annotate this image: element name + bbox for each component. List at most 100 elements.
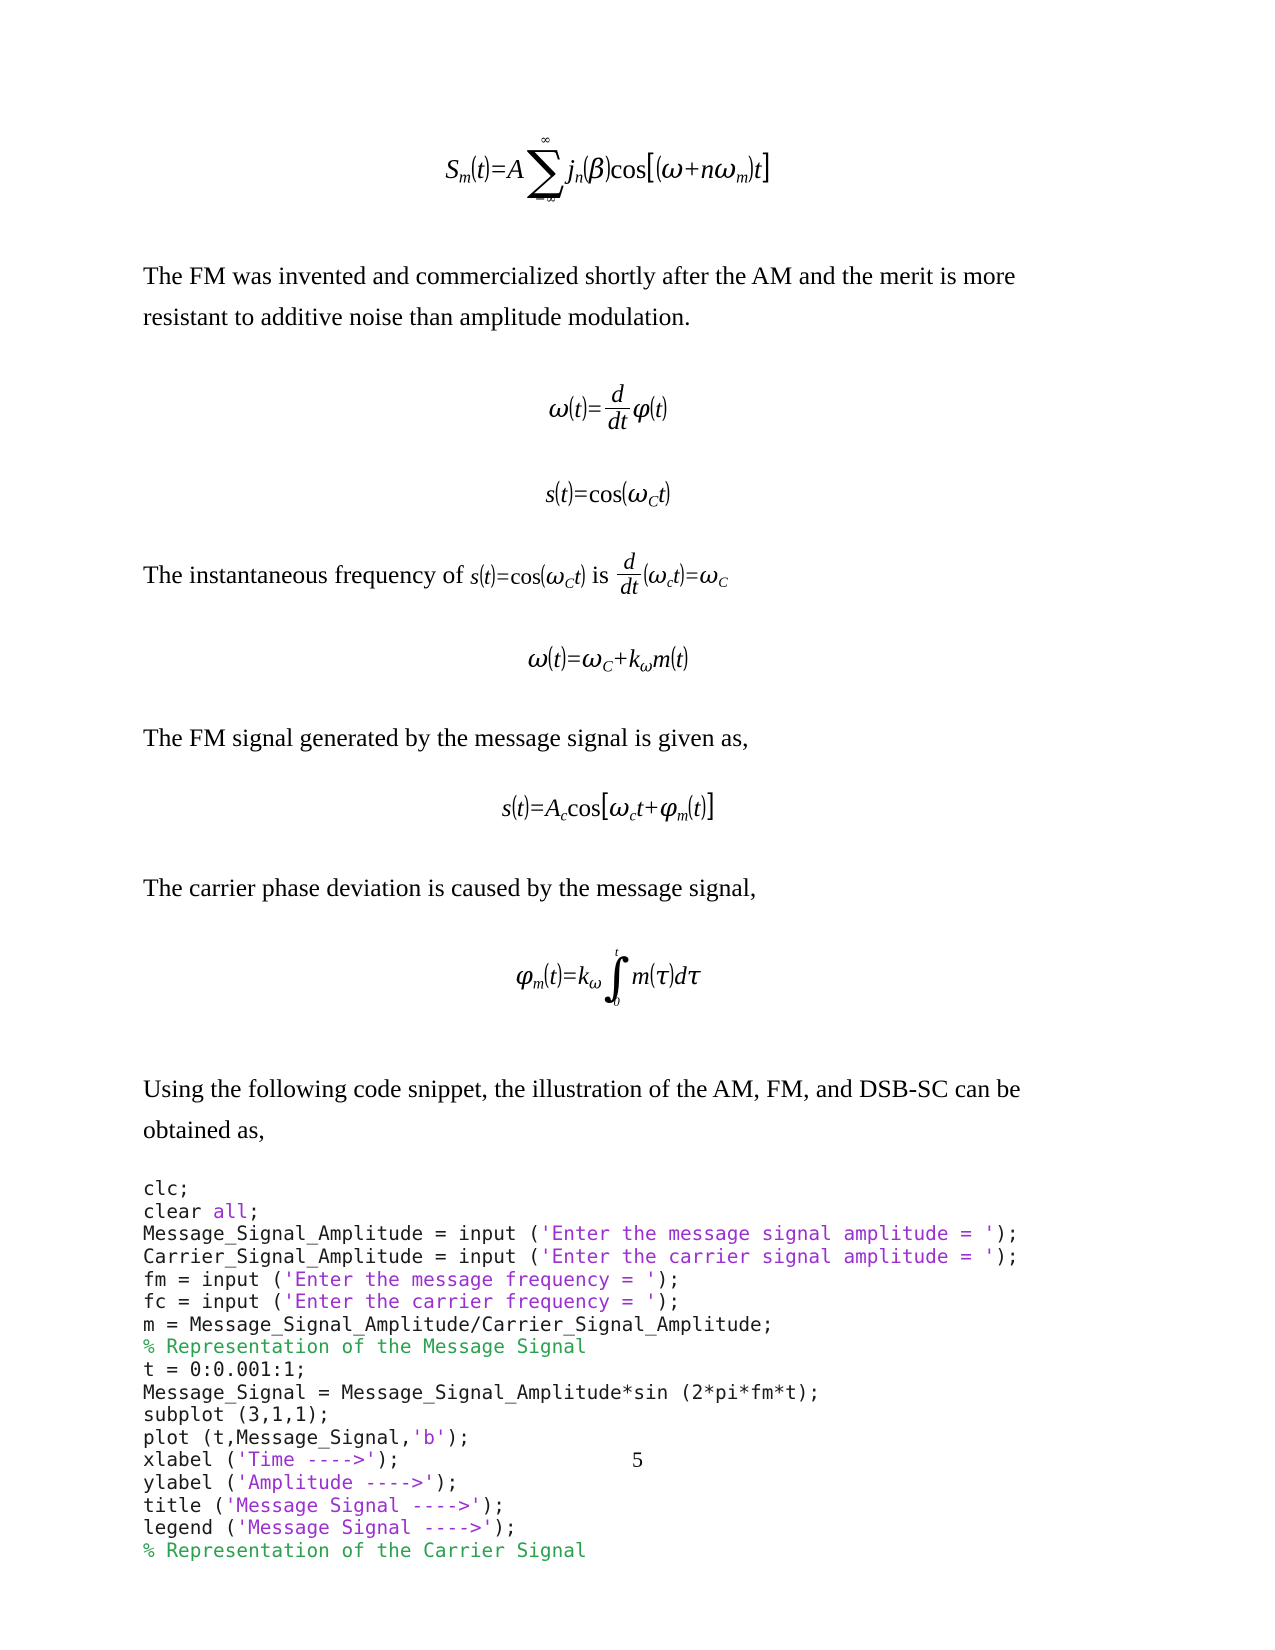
- code-token-plain: );: [995, 1222, 1019, 1246]
- code-token-plain: m = Message_Signal_Amplitude/Carrier_Sig…: [143, 1312, 774, 1336]
- eq5-plus: +: [613, 646, 628, 674]
- eq3-cos: cos: [588, 481, 623, 509]
- equation-fm-signal: s(t)=Accos[ωct+φm(t)]: [143, 787, 1073, 824]
- eq5-k: k: [628, 646, 640, 674]
- paren-open: (: [649, 391, 656, 425]
- eq4-omega-sub: C: [564, 575, 575, 592]
- code-line: Message_Signal = Message_Signal_Amplitud…: [143, 1381, 1073, 1405]
- code-line: title ('Message Signal ---->');: [143, 1494, 1073, 1518]
- eq6-plus: +: [644, 794, 659, 822]
- paren-close: ): [668, 958, 675, 992]
- paragraph-fm-invention: The FM was invented and commercialized s…: [143, 260, 1016, 331]
- eq5-equals: =: [566, 646, 581, 674]
- eq3-t: t: [560, 481, 568, 509]
- code-token-plain: fm = input (: [143, 1267, 284, 1291]
- eq1-omega: ω: [661, 154, 684, 186]
- code-token-string: 'Message Signal ---->': [236, 1516, 494, 1540]
- fraction-d-dt: d dt: [604, 381, 631, 436]
- code-token-plain: );: [995, 1245, 1019, 1269]
- code-line: % Representation of the Carrier Signal: [143, 1538, 1073, 1563]
- paren-open: (: [582, 151, 590, 187]
- code-token-plain: );: [656, 1267, 681, 1291]
- paren-close: ): [682, 641, 689, 675]
- equation-fm-series: Sm(t)=A ∞ ∑ −∞ jn(β)cos[(ω+nωm)t]: [143, 134, 1073, 208]
- paren-close: ): [661, 391, 668, 425]
- eq6-omega: ω: [609, 792, 630, 822]
- eq7-m: m: [631, 963, 650, 991]
- bracket-open: [: [646, 147, 656, 187]
- eq3-omega: ω: [627, 479, 648, 509]
- integral-glyph: ∫: [603, 947, 630, 1006]
- paragraph-carrier-phase-deviation: The carrier phase deviation is caused by…: [143, 872, 757, 902]
- fraction-numerator: d: [623, 549, 635, 575]
- code-token-string: 'Enter the carrier signal amplitude = ': [539, 1245, 996, 1269]
- eq2-t: t: [574, 396, 582, 424]
- eq1-n: n: [700, 154, 715, 185]
- code-token-plain: );: [446, 1425, 470, 1449]
- code-line: t = 0:0.001:1;: [143, 1358, 1073, 1382]
- document-page: Sm(t)=A ∞ ∑ −∞ jn(β)cos[(ω+nωm)t] The FM was…: [0, 0, 1275, 1650]
- code-line: legend ('Message Signal ---->');: [143, 1516, 1073, 1540]
- eq5-t: t: [553, 646, 561, 674]
- eq5-k-sub: ω: [639, 657, 653, 676]
- eq1-j: j: [567, 154, 575, 185]
- eq3-equals: =: [573, 481, 588, 509]
- eq2-omega: ω: [548, 394, 570, 424]
- paren-open: (: [540, 560, 547, 591]
- paren-close: ): [664, 476, 671, 510]
- eq7-d: d: [674, 963, 687, 991]
- eq7-tau: τ: [655, 961, 669, 991]
- eq7-dtau: τ: [686, 961, 701, 991]
- paren-open: (: [655, 151, 662, 187]
- equation-phase-deviation: φm(t)=kω t ∫ 0 m(τ)dτ: [143, 945, 1073, 1010]
- inline-equation-s-cos: s(t)=cos(ωCt): [470, 560, 586, 592]
- code-token-plain: t = 0:0.001:1;: [143, 1358, 307, 1381]
- eq4-result-omega: ω: [699, 562, 719, 589]
- code-line: Message_Signal_Amplitude = input ('Enter…: [143, 1223, 1073, 1246]
- paren-open: (: [642, 559, 649, 590]
- eq2-phi: φ: [632, 394, 650, 424]
- paren-close: ): [556, 958, 563, 992]
- instant-text-before: The instantaneous frequency of: [143, 560, 471, 590]
- code-line: Carrier_Signal_Amplitude = input ('Enter…: [143, 1245, 1073, 1269]
- integral-symbol: t ∫ 0: [603, 945, 630, 1008]
- summation-symbol: ∞ ∑ −∞: [526, 134, 565, 207]
- paren-close: ): [747, 151, 755, 187]
- paren-open: (: [554, 476, 561, 510]
- code-token-plain: );: [434, 1470, 459, 1494]
- eq3-omega-sub: C: [647, 493, 659, 511]
- inline-equation-derivative-result: d dt (ωct)=ωC: [615, 549, 728, 599]
- paren-open: (: [670, 641, 677, 675]
- eq6-t3: t: [693, 794, 701, 822]
- paren-open: (: [568, 391, 575, 425]
- paren-close: ): [490, 560, 496, 591]
- eq1-beta: β: [589, 154, 605, 186]
- eq4-cos: cos: [510, 563, 541, 589]
- paren-close: ): [580, 391, 587, 425]
- eq6-equals: =: [530, 794, 545, 822]
- page-content: Sm(t)=A ∞ ∑ −∞ jn(β)cos[(ω+nωm)t] The FM was…: [143, 0, 1073, 1562]
- eq5-omega-c: ω: [581, 644, 603, 674]
- code-token-comment: % Representation of the Carrier Signal: [143, 1538, 587, 1562]
- eq5-omega-c-sub: C: [602, 658, 613, 676]
- paren-close: ): [567, 476, 574, 510]
- eq4-result-sub: C: [718, 574, 728, 591]
- code-line: clc;: [143, 1177, 1073, 1201]
- sum-glyph: ∑: [526, 139, 565, 201]
- eq6-s: s: [501, 794, 512, 822]
- paragraph-fm-signal-intro: The FM signal generated by the message s…: [143, 722, 749, 752]
- bracket-close: ]: [705, 787, 715, 824]
- fraction-d-dt: d dt: [617, 549, 642, 599]
- paragraph-code-intro: Using the following code snippet, the il…: [143, 1074, 1021, 1145]
- eq7-phi-sub: m: [532, 975, 545, 993]
- eq4-s: s: [470, 563, 480, 589]
- eq1-omega-m-sub: m: [736, 167, 749, 187]
- code-token-plain: clear: [143, 1199, 214, 1223]
- code-token-comment: % Representation of the Message Signal: [143, 1335, 587, 1359]
- paren-open: (: [543, 958, 550, 992]
- paren-close: ): [679, 559, 685, 590]
- code-token-plain: ;: [248, 1199, 260, 1223]
- eq7-phi: φ: [515, 961, 533, 991]
- page-number: 5: [632, 1447, 643, 1472]
- eq1-omega-m: ω: [714, 154, 737, 186]
